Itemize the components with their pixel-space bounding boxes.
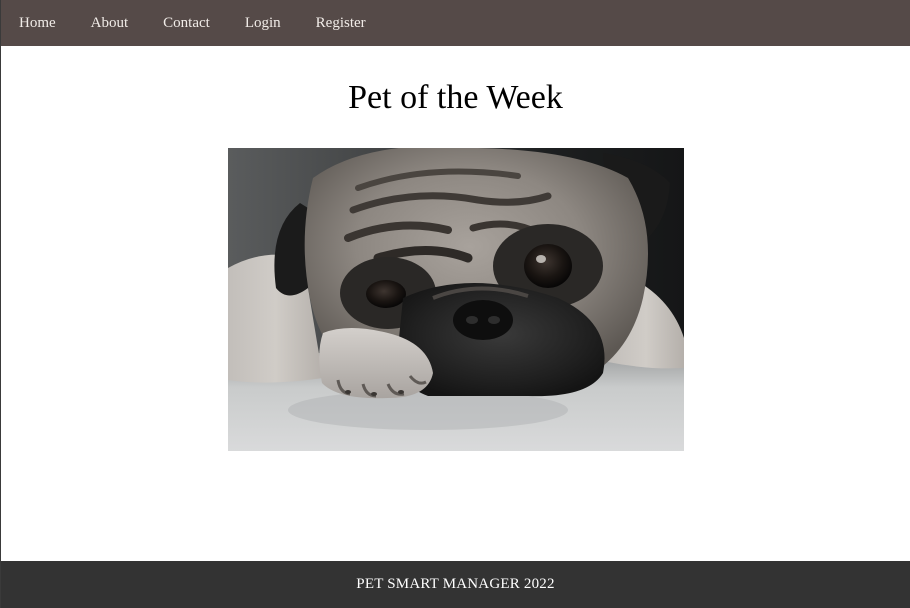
main-content: Pet of the Week (1, 46, 910, 561)
nav-link-login[interactable]: Login (228, 0, 298, 46)
nav-link-home[interactable]: Home (1, 0, 73, 46)
page-title: Pet of the Week (348, 79, 563, 116)
footer-copyright-text: PET SMART MANAGER 2022 (356, 576, 555, 592)
nav-link-register[interactable]: Register (299, 0, 383, 46)
top-navigation-bar: Home About Contact Login Register (1, 0, 910, 46)
footer: PET SMART MANAGER 2022 (1, 561, 910, 608)
nav-link-contact[interactable]: Contact (146, 0, 227, 46)
pet-photo (228, 148, 684, 451)
nav-link-about[interactable]: About (74, 0, 146, 46)
page: Home About Contact Login Register Pet of… (0, 0, 910, 608)
